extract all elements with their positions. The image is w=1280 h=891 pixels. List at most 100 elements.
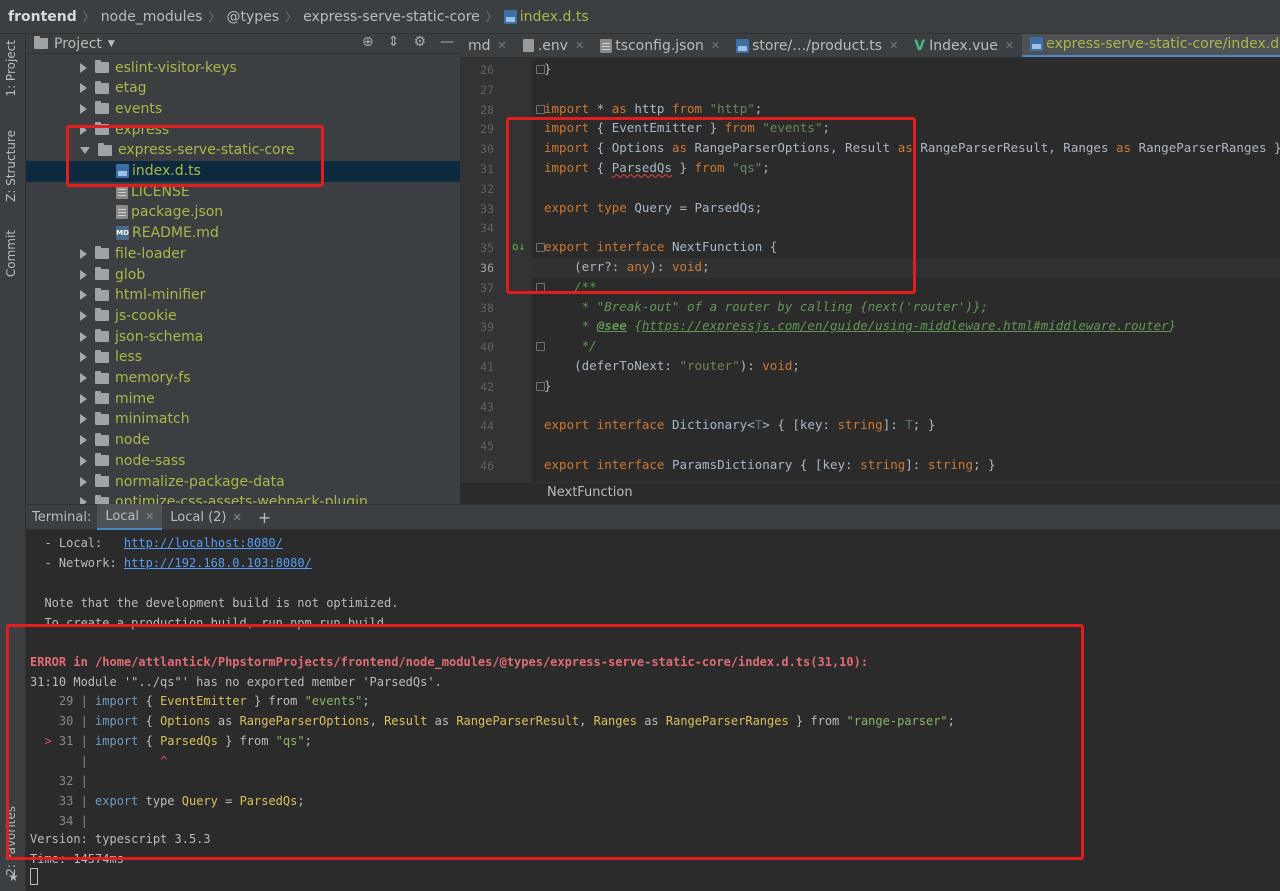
line-number: 46 [480,459,494,473]
tree-item[interactable]: js-cookie [26,305,460,326]
close-icon[interactable]: ✕ [1005,39,1014,52]
line-number: 44 [480,419,494,434]
chevron-right-icon[interactable] [80,497,87,504]
network-url-link[interactable]: http://192.168.0.103:8080/ [124,556,312,570]
editor-tab[interactable]: express-serve-static-core/index.d.ts✕ [1022,34,1280,57]
chevron-right-icon[interactable] [80,83,87,94]
code-line: export interface ParamsDictionary { [key… [544,457,996,472]
chevron-right-icon[interactable] [80,476,87,487]
markdown-file-icon: MD [116,226,129,241]
tree-item[interactable]: less [26,347,460,368]
tree-item[interactable]: html-minifier [26,285,460,306]
close-icon[interactable]: ✕ [145,510,154,523]
typescript-file-icon [503,9,517,24]
chevron-down-icon[interactable]: ▼ [108,39,115,49]
folder-icon [95,246,109,260]
terminal-tab[interactable]: Local ✕ [97,504,163,530]
tree-item[interactable]: json-schema [26,326,460,347]
tree-item[interactable]: file-loader [26,243,460,264]
editor-tab[interactable]: tsconfig.json ✕ [592,34,728,57]
tree-item[interactable]: glob [26,264,460,285]
chevron-right-icon[interactable] [80,393,87,404]
tree-item[interactable]: etag [26,78,460,99]
chevron-right-icon[interactable] [80,310,87,321]
structure-breadcrumb[interactable]: NextFunction [460,482,1280,504]
close-icon[interactable]: ✕ [889,39,898,52]
line-number: 41 [480,360,494,374]
fold-marker-icon[interactable] [536,65,545,74]
fold-marker-icon[interactable] [536,104,545,114]
breadcrumb-item[interactable]: express-serve-static-core [303,9,480,25]
local-url-link[interactable]: http://localhost:8080/ [124,536,283,550]
terminal-tab[interactable]: Local (2) ✕ [162,504,249,530]
chevron-right-icon[interactable] [80,103,87,114]
terminal-tab-label: Local [105,508,140,524]
code-line: * @see {https://expressjs.com/en/guide/u… [544,318,1177,334]
line-number: 28 [480,102,494,117]
editor-tab[interactable]: V Index.vue ✕ [906,34,1022,57]
terminal-line-network: - Network: http://192.168.0.103:8080/ [30,556,312,570]
project-tool-tab[interactable]: 1: Project [4,40,18,97]
breadcrumb-item[interactable]: frontend [8,9,77,25]
close-icon[interactable]: ✕ [233,511,242,524]
code-line: */ [544,338,597,354]
editor-tab[interactable]: store/…/product.ts ✕ [728,34,906,57]
chevron-right-icon[interactable] [80,269,87,280]
terminal-line-prefix: - Local: [30,536,124,550]
editor-tab[interactable]: .env ✕ [515,34,592,57]
chevron-right-icon[interactable] [80,455,87,466]
tree-item[interactable]: node [26,430,460,451]
chevron-right-icon[interactable] [80,62,87,73]
tree-item[interactable]: minimatch [26,409,460,430]
close-icon[interactable]: ✕ [575,39,584,52]
tree-item[interactable]: MD README.md [26,223,460,244]
breadcrumb-item[interactable]: @types [227,9,280,25]
editor-tab-label: md [468,37,491,54]
commit-tool-tab[interactable]: Commit [4,230,18,277]
tree-item[interactable]: events [26,98,460,119]
fold-marker-icon[interactable] [536,342,545,352]
gear-icon[interactable]: ⚙ [413,34,426,50]
tree-item-label: glob [115,266,146,283]
chevron-right-icon[interactable] [80,290,87,301]
folder-icon [95,494,109,504]
chevron-right-icon[interactable] [80,352,87,363]
tree-item-label: normalize-package-data [115,473,285,490]
fold-marker-icon[interactable] [536,381,545,391]
chevron-right-icon[interactable] [80,248,87,259]
tree-item-label: html-minifier [115,287,206,304]
tree-item[interactable]: package.json [26,202,460,223]
breadcrumb: frontend 〉 node_modules 〉 @types 〉 express-… [0,0,1280,34]
chevron-right-icon[interactable] [80,331,87,342]
tree-item[interactable]: memory-fs [26,368,460,389]
tree-item[interactable]: node-sass [26,450,460,471]
tree-item[interactable]: normalize-package-data [26,471,460,492]
tree-item[interactable]: mime [26,388,460,409]
editor-tab-label: tsconfig.json [615,37,704,54]
project-folder-icon [34,36,48,49]
highlight-box-tree [66,125,324,187]
editor-tab[interactable]: md ✕ [460,34,515,57]
line-number: 30 [480,142,494,157]
close-icon[interactable]: ✕ [498,39,507,52]
code-line: (deferToNext: "router"): void; [544,358,800,373]
close-icon[interactable]: ✕ [711,39,720,52]
folder-icon [95,267,109,280]
env-file-icon [522,39,534,52]
breadcrumb-item[interactable]: node_modules [101,9,203,25]
code-line: } [544,61,552,76]
chevron-right-icon[interactable] [80,373,87,383]
vue-file-icon: V [914,37,926,54]
tree-item[interactable]: optimize-css-assets-webpack-plugin [26,492,460,504]
chevron-right-icon[interactable] [80,435,87,446]
hide-panel-icon[interactable]: — [440,34,454,50]
project-panel-title[interactable]: Project [54,36,102,52]
new-terminal-button[interactable]: + [250,504,279,530]
chevron-right-icon: 〉 [285,10,298,24]
tree-item[interactable]: eslint-visitor-keys [26,57,460,78]
crosshair-icon[interactable]: ⊕ [362,34,374,50]
breadcrumb-file[interactable]: index.d.ts [520,9,589,25]
structure-tool-tab[interactable]: Z: Structure [4,130,18,202]
collapse-all-icon[interactable]: ⇕ [388,34,400,50]
chevron-right-icon[interactable] [80,414,87,425]
